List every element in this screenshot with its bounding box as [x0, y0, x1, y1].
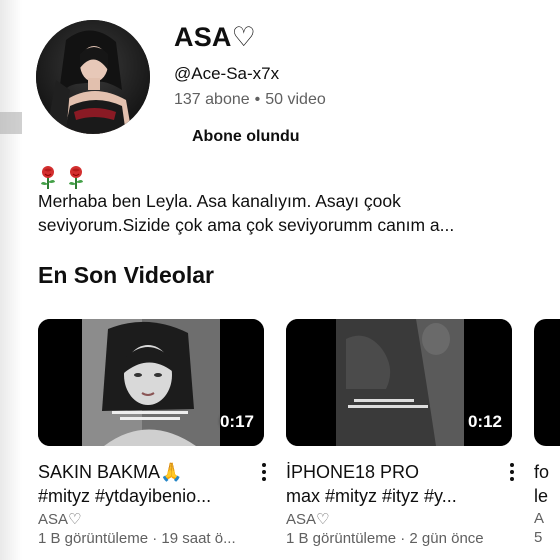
- subscriber-count: 137 abone: [174, 91, 250, 108]
- video-title-line-1[interactable]: fo: [534, 460, 560, 484]
- video-duration: 0:12: [467, 412, 502, 431]
- description-line-1: Merhaba ben Leyla. Asa kanalıyım. Asayı …: [38, 191, 401, 211]
- video-thumbnail[interactable]: 0:12: [286, 319, 512, 446]
- video-title-line-2[interactable]: le: [534, 484, 560, 508]
- channel-description[interactable]: Merhaba ben Leyla. Asa kanalıyım. Asayı …: [38, 189, 538, 237]
- more-vert-icon[interactable]: [504, 460, 520, 484]
- video-owner[interactable]: ASA♡: [38, 510, 264, 528]
- meta-separator: •: [254, 91, 261, 108]
- rose-icon: [41, 166, 55, 189]
- video-card[interactable]: 0:12 İPHONE18 PRO max #mityz #ityz #y...…: [286, 319, 514, 547]
- left-edge-shadow: [0, 0, 22, 560]
- video-count: 50 video: [265, 91, 326, 108]
- video-card[interactable]: fo le A 5: [534, 319, 560, 546]
- video-stats: 1 B görüntüleme · 2 gün önce: [286, 530, 484, 547]
- channel-meta: 137 abone • 50 video: [174, 91, 326, 109]
- channel-name: ASA♡: [174, 22, 257, 52]
- description-line-2: seviyorum.Sizide çok ama çok seviyorumm …: [38, 215, 455, 235]
- section-title: En Son Videolar: [38, 262, 214, 288]
- video-title-row: SAKIN BAKMA🙏 #mityz #ytdayibenio...: [38, 460, 266, 508]
- video-title-line-1[interactable]: SAKIN BAKMA🙏: [38, 460, 243, 484]
- video-title-row: fo le: [534, 460, 560, 508]
- left-edge-band: [0, 112, 22, 134]
- video-title-line-2[interactable]: #mityz #ytdayibenio...: [38, 484, 243, 508]
- video-owner[interactable]: ASA♡: [286, 510, 512, 528]
- video-title-line-1[interactable]: İPHONE18 PRO: [286, 460, 491, 484]
- description-emojis: [38, 166, 86, 190]
- video-owner[interactable]: A: [534, 510, 560, 527]
- video-stats: 5: [534, 529, 543, 546]
- video-duration: 0:17: [219, 412, 254, 431]
- more-vert-icon[interactable]: [256, 460, 272, 484]
- video-card[interactable]: 0:17 SAKIN BAKMA🙏 #mityz #ytdayibenio...…: [38, 319, 266, 547]
- channel-page: ASA♡ @Ace-Sa-x7x 137 abone • 50 video Abon…: [0, 0, 560, 560]
- video-stats: 1 B görüntüleme · 19 saat ö...: [38, 530, 236, 547]
- video-thumbnail[interactable]: [534, 319, 560, 446]
- rose-icon: [69, 166, 83, 189]
- subscribed-button[interactable]: Abone olundu: [170, 122, 322, 152]
- video-title-row: İPHONE18 PRO max #mityz #ityz #y...: [286, 460, 514, 508]
- video-title-line-2[interactable]: max #mityz #ityz #y...: [286, 484, 491, 508]
- channel-avatar[interactable]: [36, 20, 150, 134]
- channel-handle: @Ace-Sa-x7x: [174, 64, 280, 83]
- video-thumbnail[interactable]: 0:17: [38, 319, 264, 446]
